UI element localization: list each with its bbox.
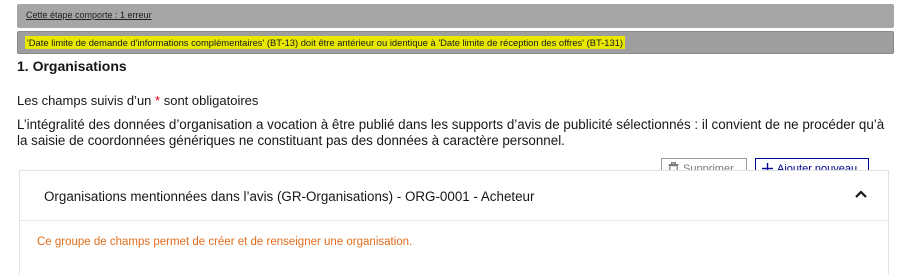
error-summary-bar: Cette étape comporte : 1 erreur bbox=[17, 4, 894, 28]
required-note-text-before: Les champs suivis d’un bbox=[17, 93, 152, 108]
section-title: 1. Organisations bbox=[17, 58, 127, 74]
organisation-panel-title: Organisations mentionnées dans l’avis (G… bbox=[44, 189, 535, 204]
error-message-bar: 'Date limite de demande d'informations c… bbox=[17, 31, 894, 54]
privacy-info-text: L’intégralité des données d’organisation… bbox=[17, 117, 885, 148]
error-message[interactable]: 'Date limite de demande d'informations c… bbox=[25, 36, 626, 49]
required-note-text-after: sont obligatoires bbox=[163, 93, 259, 108]
chevron-up-icon[interactable] bbox=[854, 189, 868, 199]
error-count-link[interactable]: Cette étape comporte : 1 erreur bbox=[26, 10, 152, 20]
organisation-panel: Organisations mentionnées dans l’avis (G… bbox=[19, 170, 889, 275]
required-star: * bbox=[155, 93, 161, 108]
organisation-panel-header[interactable]: Organisations mentionnées dans l’avis (G… bbox=[20, 171, 888, 221]
organisation-panel-help: Ce groupe de champs permet de créer et d… bbox=[37, 236, 413, 248]
required-fields-note: Les champs suivis d’un * sont obligatoir… bbox=[17, 93, 258, 108]
